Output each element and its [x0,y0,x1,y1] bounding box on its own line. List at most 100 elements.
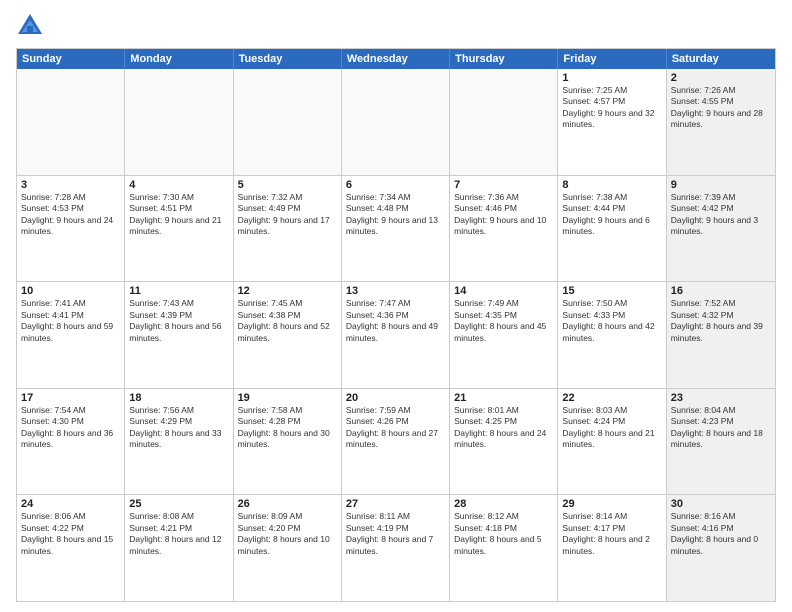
calendar-header: SundayMondayTuesdayWednesdayThursdayFrid… [17,49,775,69]
day-number: 13 [346,285,445,297]
day-info: Sunrise: 8:12 AM Sunset: 4:18 PM Dayligh… [454,511,553,557]
day-cell-12: 12Sunrise: 7:45 AM Sunset: 4:38 PM Dayli… [234,282,342,388]
day-cell-1: 1Sunrise: 7:25 AM Sunset: 4:57 PM Daylig… [558,69,666,175]
day-cell-23: 23Sunrise: 8:04 AM Sunset: 4:23 PM Dayli… [667,389,775,495]
day-number: 8 [562,179,661,191]
logo [16,12,48,40]
day-cell-16: 16Sunrise: 7:52 AM Sunset: 4:32 PM Dayli… [667,282,775,388]
day-info: Sunrise: 8:11 AM Sunset: 4:19 PM Dayligh… [346,511,445,557]
day-cell-6: 6Sunrise: 7:34 AM Sunset: 4:48 PM Daylig… [342,176,450,282]
day-number: 10 [21,285,120,297]
day-cell-11: 11Sunrise: 7:43 AM Sunset: 4:39 PM Dayli… [125,282,233,388]
day-info: Sunrise: 7:45 AM Sunset: 4:38 PM Dayligh… [238,298,337,344]
day-cell-13: 13Sunrise: 7:47 AM Sunset: 4:36 PM Dayli… [342,282,450,388]
day-info: Sunrise: 7:56 AM Sunset: 4:29 PM Dayligh… [129,405,228,451]
day-number: 23 [671,392,771,404]
calendar-row-5: 24Sunrise: 8:06 AM Sunset: 4:22 PM Dayli… [17,494,775,601]
day-cell-18: 18Sunrise: 7:56 AM Sunset: 4:29 PM Dayli… [125,389,233,495]
day-number: 6 [346,179,445,191]
day-number: 2 [671,72,771,84]
day-number: 5 [238,179,337,191]
day-number: 14 [454,285,553,297]
day-cell-19: 19Sunrise: 7:58 AM Sunset: 4:28 PM Dayli… [234,389,342,495]
day-info: Sunrise: 8:09 AM Sunset: 4:20 PM Dayligh… [238,511,337,557]
day-cell-15: 15Sunrise: 7:50 AM Sunset: 4:33 PM Dayli… [558,282,666,388]
day-info: Sunrise: 7:50 AM Sunset: 4:33 PM Dayligh… [562,298,661,344]
day-info: Sunrise: 7:39 AM Sunset: 4:42 PM Dayligh… [671,192,771,238]
day-number: 11 [129,285,228,297]
day-cell-4: 4Sunrise: 7:30 AM Sunset: 4:51 PM Daylig… [125,176,233,282]
day-info: Sunrise: 7:49 AM Sunset: 4:35 PM Dayligh… [454,298,553,344]
weekday-header-sunday: Sunday [17,49,125,69]
day-info: Sunrise: 7:41 AM Sunset: 4:41 PM Dayligh… [21,298,120,344]
day-cell-28: 28Sunrise: 8:12 AM Sunset: 4:18 PM Dayli… [450,495,558,601]
day-number: 25 [129,498,228,510]
day-info: Sunrise: 7:58 AM Sunset: 4:28 PM Dayligh… [238,405,337,451]
day-number: 1 [562,72,661,84]
day-info: Sunrise: 8:06 AM Sunset: 4:22 PM Dayligh… [21,511,120,557]
day-cell-22: 22Sunrise: 8:03 AM Sunset: 4:24 PM Dayli… [558,389,666,495]
day-number: 4 [129,179,228,191]
empty-cell [450,69,558,175]
calendar-row-2: 3Sunrise: 7:28 AM Sunset: 4:53 PM Daylig… [17,175,775,282]
calendar: SundayMondayTuesdayWednesdayThursdayFrid… [16,48,776,602]
day-cell-26: 26Sunrise: 8:09 AM Sunset: 4:20 PM Dayli… [234,495,342,601]
header [16,12,776,40]
day-number: 19 [238,392,337,404]
weekday-header-friday: Friday [558,49,666,69]
weekday-header-tuesday: Tuesday [234,49,342,69]
weekday-header-wednesday: Wednesday [342,49,450,69]
day-number: 29 [562,498,661,510]
day-cell-7: 7Sunrise: 7:36 AM Sunset: 4:46 PM Daylig… [450,176,558,282]
empty-cell [234,69,342,175]
calendar-row-1: 1Sunrise: 7:25 AM Sunset: 4:57 PM Daylig… [17,69,775,175]
day-number: 26 [238,498,337,510]
day-info: Sunrise: 7:47 AM Sunset: 4:36 PM Dayligh… [346,298,445,344]
day-info: Sunrise: 7:30 AM Sunset: 4:51 PM Dayligh… [129,192,228,238]
calendar-body: 1Sunrise: 7:25 AM Sunset: 4:57 PM Daylig… [17,69,775,601]
day-cell-9: 9Sunrise: 7:39 AM Sunset: 4:42 PM Daylig… [667,176,775,282]
day-cell-8: 8Sunrise: 7:38 AM Sunset: 4:44 PM Daylig… [558,176,666,282]
day-cell-17: 17Sunrise: 7:54 AM Sunset: 4:30 PM Dayli… [17,389,125,495]
day-cell-3: 3Sunrise: 7:28 AM Sunset: 4:53 PM Daylig… [17,176,125,282]
day-number: 27 [346,498,445,510]
day-number: 30 [671,498,771,510]
day-info: Sunrise: 8:14 AM Sunset: 4:17 PM Dayligh… [562,511,661,557]
day-number: 15 [562,285,661,297]
day-number: 21 [454,392,553,404]
day-number: 7 [454,179,553,191]
day-cell-10: 10Sunrise: 7:41 AM Sunset: 4:41 PM Dayli… [17,282,125,388]
day-info: Sunrise: 7:38 AM Sunset: 4:44 PM Dayligh… [562,192,661,238]
day-cell-14: 14Sunrise: 7:49 AM Sunset: 4:35 PM Dayli… [450,282,558,388]
day-number: 22 [562,392,661,404]
day-info: Sunrise: 7:28 AM Sunset: 4:53 PM Dayligh… [21,192,120,238]
calendar-row-3: 10Sunrise: 7:41 AM Sunset: 4:41 PM Dayli… [17,281,775,388]
day-number: 9 [671,179,771,191]
day-info: Sunrise: 8:08 AM Sunset: 4:21 PM Dayligh… [129,511,228,557]
day-number: 16 [671,285,771,297]
day-cell-20: 20Sunrise: 7:59 AM Sunset: 4:26 PM Dayli… [342,389,450,495]
empty-cell [125,69,233,175]
day-info: Sunrise: 7:52 AM Sunset: 4:32 PM Dayligh… [671,298,771,344]
day-info: Sunrise: 8:16 AM Sunset: 4:16 PM Dayligh… [671,511,771,557]
day-cell-24: 24Sunrise: 8:06 AM Sunset: 4:22 PM Dayli… [17,495,125,601]
day-number: 17 [21,392,120,404]
day-cell-2: 2Sunrise: 7:26 AM Sunset: 4:55 PM Daylig… [667,69,775,175]
weekday-header-thursday: Thursday [450,49,558,69]
day-info: Sunrise: 7:26 AM Sunset: 4:55 PM Dayligh… [671,85,771,131]
day-number: 20 [346,392,445,404]
day-info: Sunrise: 8:01 AM Sunset: 4:25 PM Dayligh… [454,405,553,451]
day-cell-25: 25Sunrise: 8:08 AM Sunset: 4:21 PM Dayli… [125,495,233,601]
weekday-header-monday: Monday [125,49,233,69]
day-cell-30: 30Sunrise: 8:16 AM Sunset: 4:16 PM Dayli… [667,495,775,601]
day-info: Sunrise: 7:32 AM Sunset: 4:49 PM Dayligh… [238,192,337,238]
day-info: Sunrise: 7:34 AM Sunset: 4:48 PM Dayligh… [346,192,445,238]
weekday-header-saturday: Saturday [667,49,775,69]
day-number: 12 [238,285,337,297]
day-cell-27: 27Sunrise: 8:11 AM Sunset: 4:19 PM Dayli… [342,495,450,601]
page: SundayMondayTuesdayWednesdayThursdayFrid… [0,0,792,612]
calendar-row-4: 17Sunrise: 7:54 AM Sunset: 4:30 PM Dayli… [17,388,775,495]
day-info: Sunrise: 7:54 AM Sunset: 4:30 PM Dayligh… [21,405,120,451]
day-cell-5: 5Sunrise: 7:32 AM Sunset: 4:49 PM Daylig… [234,176,342,282]
day-cell-29: 29Sunrise: 8:14 AM Sunset: 4:17 PM Dayli… [558,495,666,601]
